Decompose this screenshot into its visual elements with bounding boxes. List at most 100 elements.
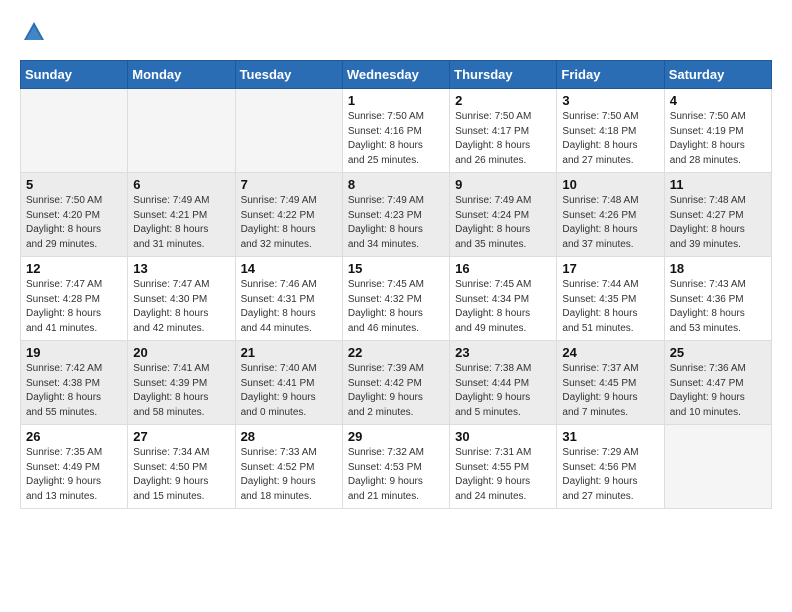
week-row-2: 5 Sunrise: 7:50 AMSunset: 4:20 PMDaylight… bbox=[21, 173, 772, 257]
day-info: Sunrise: 7:45 AMSunset: 4:34 PMDaylight:… bbox=[455, 278, 551, 336]
week-row-5: 26Sunrise: 7:35 AMSunset: 4:49 PMDayligh… bbox=[21, 425, 772, 509]
day-info: Sunrise: 7:32 AMSunset: 4:53 PMDaylight:… bbox=[348, 446, 444, 504]
weekday-friday: Friday bbox=[557, 61, 664, 89]
header bbox=[20, 18, 772, 46]
day-number: 27 bbox=[133, 429, 229, 444]
day-number: 25 bbox=[670, 345, 766, 360]
weekday-wednesday: Wednesday bbox=[342, 61, 449, 89]
day-number: 9 bbox=[455, 177, 551, 192]
day-info: Sunrise: 7:48 AMSunset: 4:26 PMDaylight:… bbox=[562, 194, 658, 252]
day-info: Sunrise: 7:34 AMSunset: 4:50 PMDaylight:… bbox=[133, 446, 229, 504]
day-info: Sunrise: 7:43 AMSunset: 4:36 PMDaylight:… bbox=[670, 278, 766, 336]
day-number: 11 bbox=[670, 177, 766, 192]
calendar-cell: 18 Sunrise: 7:43 AMSunset: 4:36 PMDayligh… bbox=[664, 257, 771, 341]
day-number: 17 bbox=[562, 261, 658, 276]
day-info: Sunrise: 7:35 AMSunset: 4:49 PMDaylight:… bbox=[26, 446, 122, 504]
calendar-cell: 17 Sunrise: 7:44 AMSunset: 4:35 PMDayligh… bbox=[557, 257, 664, 341]
week-row-4: 19Sunrise: 7:42 AMSunset: 4:38 PMDayligh… bbox=[21, 341, 772, 425]
day-number: 7 bbox=[241, 177, 337, 192]
calendar-cell: 2Sunrise: 7:50 AMSunset: 4:17 PMDaylight… bbox=[450, 89, 557, 173]
day-info: Sunrise: 7:50 AMSunset: 4:17 PMDaylight:… bbox=[455, 110, 551, 168]
day-info: Sunrise: 7:50 AMSunset: 4:20 PMDaylight:… bbox=[26, 194, 122, 252]
day-number: 28 bbox=[241, 429, 337, 444]
day-number: 16 bbox=[455, 261, 551, 276]
week-row-1: 1 Sunrise: 7:50 AMSunset: 4:16 PMDaylight… bbox=[21, 89, 772, 173]
day-number: 12 bbox=[26, 261, 122, 276]
day-info: Sunrise: 7:49 AMSunset: 4:22 PMDaylight:… bbox=[241, 194, 337, 252]
day-info: Sunrise: 7:33 AMSunset: 4:52 PMDaylight:… bbox=[241, 446, 337, 504]
day-info: Sunrise: 7:38 AMSunset: 4:44 PMDaylight:… bbox=[455, 362, 551, 420]
day-info: Sunrise: 7:48 AMSunset: 4:27 PMDaylight:… bbox=[670, 194, 766, 252]
calendar-cell: 28 Sunrise: 7:33 AMSunset: 4:52 PMDayligh… bbox=[235, 425, 342, 509]
day-number: 3 bbox=[562, 93, 658, 108]
page: SundayMondayTuesdayWednesdayThursdayFrid… bbox=[0, 0, 792, 527]
calendar-cell: 7 Sunrise: 7:49 AMSunset: 4:22 PMDaylight… bbox=[235, 173, 342, 257]
day-number: 10 bbox=[562, 177, 658, 192]
day-number: 4 bbox=[670, 93, 766, 108]
day-info: Sunrise: 7:47 AMSunset: 4:30 PMDaylight:… bbox=[133, 278, 229, 336]
calendar-cell: 24 Sunrise: 7:37 AMSunset: 4:45 PMDayligh… bbox=[557, 341, 664, 425]
day-info: Sunrise: 7:36 AMSunset: 4:47 PMDaylight:… bbox=[670, 362, 766, 420]
calendar-cell: 26Sunrise: 7:35 AMSunset: 4:49 PMDayligh… bbox=[21, 425, 128, 509]
day-info: Sunrise: 7:47 AMSunset: 4:28 PMDaylight:… bbox=[26, 278, 122, 336]
day-number: 31 bbox=[562, 429, 658, 444]
weekday-tuesday: Tuesday bbox=[235, 61, 342, 89]
calendar-cell: 30 Sunrise: 7:31 AMSunset: 4:55 PMDayligh… bbox=[450, 425, 557, 509]
calendar-cell: 10 Sunrise: 7:48 AMSunset: 4:26 PMDayligh… bbox=[557, 173, 664, 257]
day-info: Sunrise: 7:45 AMSunset: 4:32 PMDaylight:… bbox=[348, 278, 444, 336]
calendar-cell bbox=[664, 425, 771, 509]
calendar-cell: 14Sunrise: 7:46 AMSunset: 4:31 PMDayligh… bbox=[235, 257, 342, 341]
day-number: 15 bbox=[348, 261, 444, 276]
weekday-monday: Monday bbox=[128, 61, 235, 89]
day-info: Sunrise: 7:42 AMSunset: 4:38 PMDaylight:… bbox=[26, 362, 122, 420]
day-number: 1 bbox=[348, 93, 444, 108]
day-info: Sunrise: 7:37 AMSunset: 4:45 PMDaylight:… bbox=[562, 362, 658, 420]
calendar-cell: 27 Sunrise: 7:34 AMSunset: 4:50 PMDayligh… bbox=[128, 425, 235, 509]
calendar-table: SundayMondayTuesdayWednesdayThursdayFrid… bbox=[20, 60, 772, 509]
day-info: Sunrise: 7:50 AMSunset: 4:19 PMDaylight:… bbox=[670, 110, 766, 168]
calendar-cell: 21Sunrise: 7:40 AMSunset: 4:41 PMDayligh… bbox=[235, 341, 342, 425]
calendar-cell: 29 Sunrise: 7:32 AMSunset: 4:53 PMDayligh… bbox=[342, 425, 449, 509]
calendar-cell: 19Sunrise: 7:42 AMSunset: 4:38 PMDayligh… bbox=[21, 341, 128, 425]
calendar-cell: 25 Sunrise: 7:36 AMSunset: 4:47 PMDayligh… bbox=[664, 341, 771, 425]
day-number: 18 bbox=[670, 261, 766, 276]
day-info: Sunrise: 7:49 AMSunset: 4:23 PMDaylight:… bbox=[348, 194, 444, 252]
calendar-cell: 12 Sunrise: 7:47 AMSunset: 4:28 PMDayligh… bbox=[21, 257, 128, 341]
calendar-cell: 8 Sunrise: 7:49 AMSunset: 4:23 PMDaylight… bbox=[342, 173, 449, 257]
logo-icon bbox=[20, 18, 48, 46]
day-info: Sunrise: 7:46 AMSunset: 4:31 PMDaylight:… bbox=[241, 278, 337, 336]
day-info: Sunrise: 7:49 AMSunset: 4:21 PMDaylight:… bbox=[133, 194, 229, 252]
day-info: Sunrise: 7:50 AMSunset: 4:16 PMDaylight:… bbox=[348, 110, 444, 168]
day-number: 22 bbox=[348, 345, 444, 360]
calendar-cell: 22 Sunrise: 7:39 AMSunset: 4:42 PMDayligh… bbox=[342, 341, 449, 425]
day-number: 8 bbox=[348, 177, 444, 192]
calendar-cell: 20 Sunrise: 7:41 AMSunset: 4:39 PMDayligh… bbox=[128, 341, 235, 425]
calendar-cell bbox=[128, 89, 235, 173]
day-info: Sunrise: 7:49 AMSunset: 4:24 PMDaylight:… bbox=[455, 194, 551, 252]
day-number: 29 bbox=[348, 429, 444, 444]
day-number: 24 bbox=[562, 345, 658, 360]
day-info: Sunrise: 7:40 AMSunset: 4:41 PMDaylight:… bbox=[241, 362, 337, 420]
day-info: Sunrise: 7:29 AMSunset: 4:56 PMDaylight:… bbox=[562, 446, 658, 504]
weekday-saturday: Saturday bbox=[664, 61, 771, 89]
day-info: Sunrise: 7:50 AMSunset: 4:18 PMDaylight:… bbox=[562, 110, 658, 168]
day-info: Sunrise: 7:31 AMSunset: 4:55 PMDaylight:… bbox=[455, 446, 551, 504]
calendar-cell: 1 Sunrise: 7:50 AMSunset: 4:16 PMDaylight… bbox=[342, 89, 449, 173]
calendar-cell: 15 Sunrise: 7:45 AMSunset: 4:32 PMDayligh… bbox=[342, 257, 449, 341]
logo bbox=[20, 18, 52, 46]
calendar-cell: 23 Sunrise: 7:38 AMSunset: 4:44 PMDayligh… bbox=[450, 341, 557, 425]
calendar-cell: 6Sunrise: 7:49 AMSunset: 4:21 PMDaylight… bbox=[128, 173, 235, 257]
weekday-thursday: Thursday bbox=[450, 61, 557, 89]
day-info: Sunrise: 7:39 AMSunset: 4:42 PMDaylight:… bbox=[348, 362, 444, 420]
day-number: 23 bbox=[455, 345, 551, 360]
day-number: 5 bbox=[26, 177, 122, 192]
day-number: 30 bbox=[455, 429, 551, 444]
weekday-sunday: Sunday bbox=[21, 61, 128, 89]
calendar-cell bbox=[235, 89, 342, 173]
day-info: Sunrise: 7:41 AMSunset: 4:39 PMDaylight:… bbox=[133, 362, 229, 420]
day-number: 20 bbox=[133, 345, 229, 360]
calendar-cell: 11 Sunrise: 7:48 AMSunset: 4:27 PMDayligh… bbox=[664, 173, 771, 257]
day-info: Sunrise: 7:44 AMSunset: 4:35 PMDaylight:… bbox=[562, 278, 658, 336]
weekday-header-row: SundayMondayTuesdayWednesdayThursdayFrid… bbox=[21, 61, 772, 89]
calendar-cell: 31 Sunrise: 7:29 AMSunset: 4:56 PMDayligh… bbox=[557, 425, 664, 509]
